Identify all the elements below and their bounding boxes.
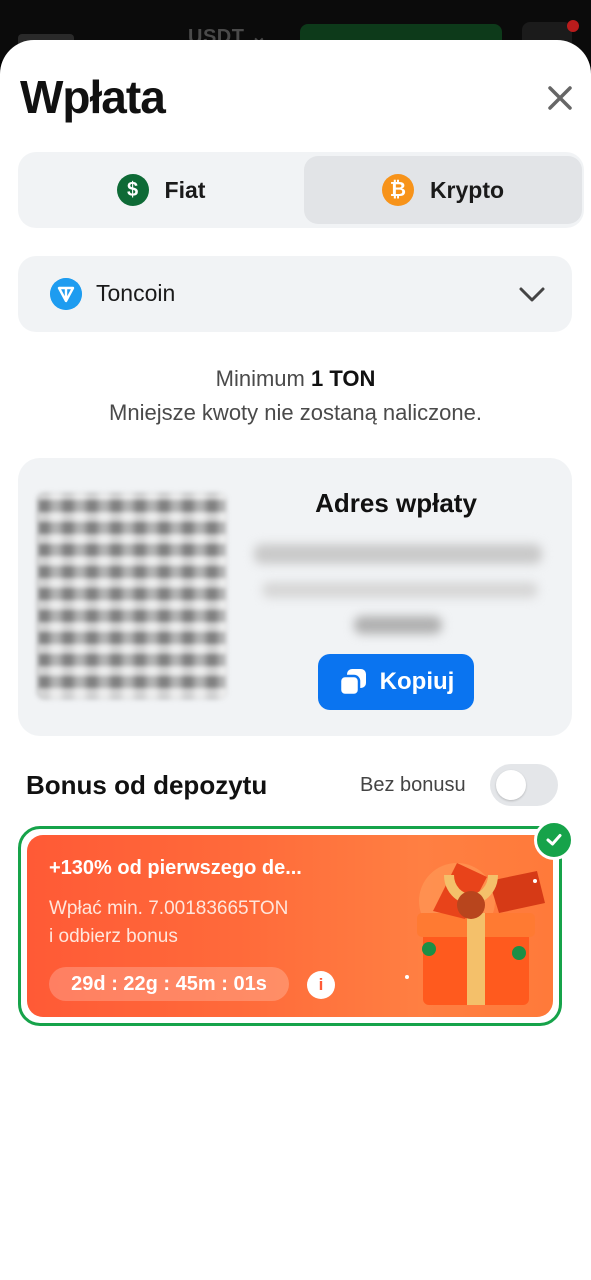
- no-bonus-toggle[interactable]: [490, 764, 558, 806]
- copy-address-button[interactable]: Kopiuj: [318, 654, 474, 710]
- qr-code-blur: [38, 494, 226, 698]
- chevron-down-icon: [519, 287, 545, 302]
- address-title: Adres wpłaty: [315, 488, 477, 518]
- notification-dot: [567, 20, 579, 32]
- tab-fiat[interactable]: $ Fiat: [22, 156, 300, 224]
- info-icon[interactable]: i: [307, 971, 335, 999]
- bonus-headline: +130% od pierwszego de...: [49, 857, 302, 879]
- coin-select-value: Toncoin: [96, 280, 176, 306]
- bonus-offer-body: +130% od pierwszego de... Wpłać min. 7.0…: [27, 835, 553, 1017]
- close-icon[interactable]: [540, 78, 580, 118]
- dollar-coin-icon: $: [116, 174, 149, 206]
- address-text-blurred: [354, 616, 442, 634]
- minimum-prefix: Minimum: [215, 366, 305, 391]
- toggle-knob: [496, 770, 526, 800]
- coin-select[interactable]: Toncoin: [18, 256, 572, 332]
- tab-krypto[interactable]: ₿ Krypto: [304, 156, 582, 224]
- no-bonus-label: Bez bonusu: [360, 774, 466, 796]
- modal-title: Wpłata: [20, 71, 166, 123]
- selected-check-icon: [534, 820, 574, 860]
- gift-box-icon: [405, 863, 545, 1005]
- bonus-description: Wpłać min. 7.00183665TON i odbierz bonus: [49, 895, 288, 951]
- bonus-section-title: Bonus od depozytu: [26, 770, 268, 800]
- bonus-min-deposit: Wpłać min. 7.00183665TON: [49, 898, 289, 919]
- minimum-note: Mniejsze kwoty nie zostaną naliczone.: [109, 400, 482, 425]
- deposit-modal: Wpłata $ Fiat ₿ Krypto Toncoin Minimum 1…: [0, 40, 591, 1280]
- tab-krypto-label: Krypto: [429, 176, 505, 203]
- bonus-offer-card[interactable]: +130% od pierwszego de... Wpłać min. 7.0…: [18, 826, 562, 1026]
- bonus-claim-text: i odbierz bonus: [49, 926, 178, 947]
- tab-fiat-label: Fiat: [164, 176, 206, 203]
- deposit-address-card: Adres wpłaty Kopiuj: [18, 458, 572, 736]
- copy-label: Kopiuj: [379, 668, 455, 695]
- payment-type-tabs: $ Fiat ₿ Krypto: [18, 152, 584, 228]
- bitcoin-icon: ₿: [381, 174, 414, 206]
- copy-icon: [338, 669, 366, 697]
- bonus-countdown: 29d : 22g : 45m : 01s: [49, 967, 289, 1001]
- address-text-blurred: [262, 582, 538, 598]
- minimum-amount: 1 TON: [310, 366, 376, 391]
- address-text-blurred: [254, 544, 542, 564]
- minimum-info: Minimum 1 TON Mniejsze kwoty nie zostaną…: [0, 362, 591, 430]
- toncoin-icon: [50, 278, 82, 310]
